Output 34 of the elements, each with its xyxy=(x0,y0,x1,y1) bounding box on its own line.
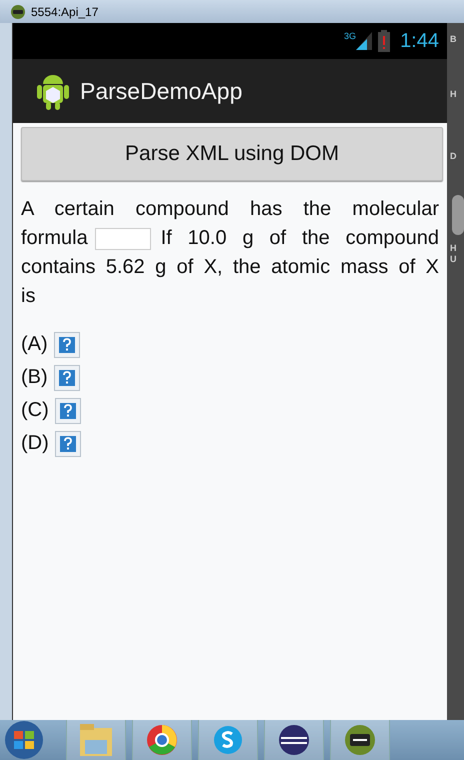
window-title: 5554:Api_17 xyxy=(31,4,98,18)
broken-image-icon xyxy=(54,398,81,424)
browser-icon[interactable] xyxy=(146,724,178,756)
side-label: H xyxy=(450,89,456,99)
emulator-icon xyxy=(10,4,26,20)
question-text: formula xyxy=(21,226,88,251)
side-label: B xyxy=(450,34,456,44)
broken-image-icon xyxy=(54,332,80,358)
side-label: U xyxy=(450,254,456,264)
option-label: (B) xyxy=(21,366,48,389)
parse-button[interactable]: Parse XML using DOM xyxy=(21,127,443,181)
start-orb-icon[interactable] xyxy=(4,720,44,760)
question-text: A certain compound has the molecular xyxy=(21,197,439,222)
broken-image-icon xyxy=(54,364,80,390)
option-label: (C) xyxy=(21,399,49,422)
app-title: ParseDemoApp xyxy=(80,78,242,104)
network-label: 3G xyxy=(344,31,356,41)
knob-icon xyxy=(452,195,464,235)
battery-icon xyxy=(378,30,390,52)
option-label: (A) xyxy=(21,333,48,356)
broken-image-icon xyxy=(54,430,81,456)
android-robot-icon xyxy=(36,72,70,110)
question-text: If 10.0 g of the compound xyxy=(160,226,439,251)
signal-icon xyxy=(356,32,372,50)
terminal-badge-icon[interactable] xyxy=(344,724,376,756)
image-placeholder xyxy=(94,228,151,250)
question-text: contains 5.62 g of X, the atomic mass of X xyxy=(21,255,439,280)
option-label: (D) xyxy=(21,432,49,455)
side-label: H xyxy=(450,243,456,253)
eclipse-sphere-icon[interactable] xyxy=(278,724,310,756)
side-label: D xyxy=(450,151,456,161)
chat-bubble-icon[interactable] xyxy=(212,724,244,756)
clock: 1:44 xyxy=(400,30,439,52)
question-text: is xyxy=(21,284,36,309)
